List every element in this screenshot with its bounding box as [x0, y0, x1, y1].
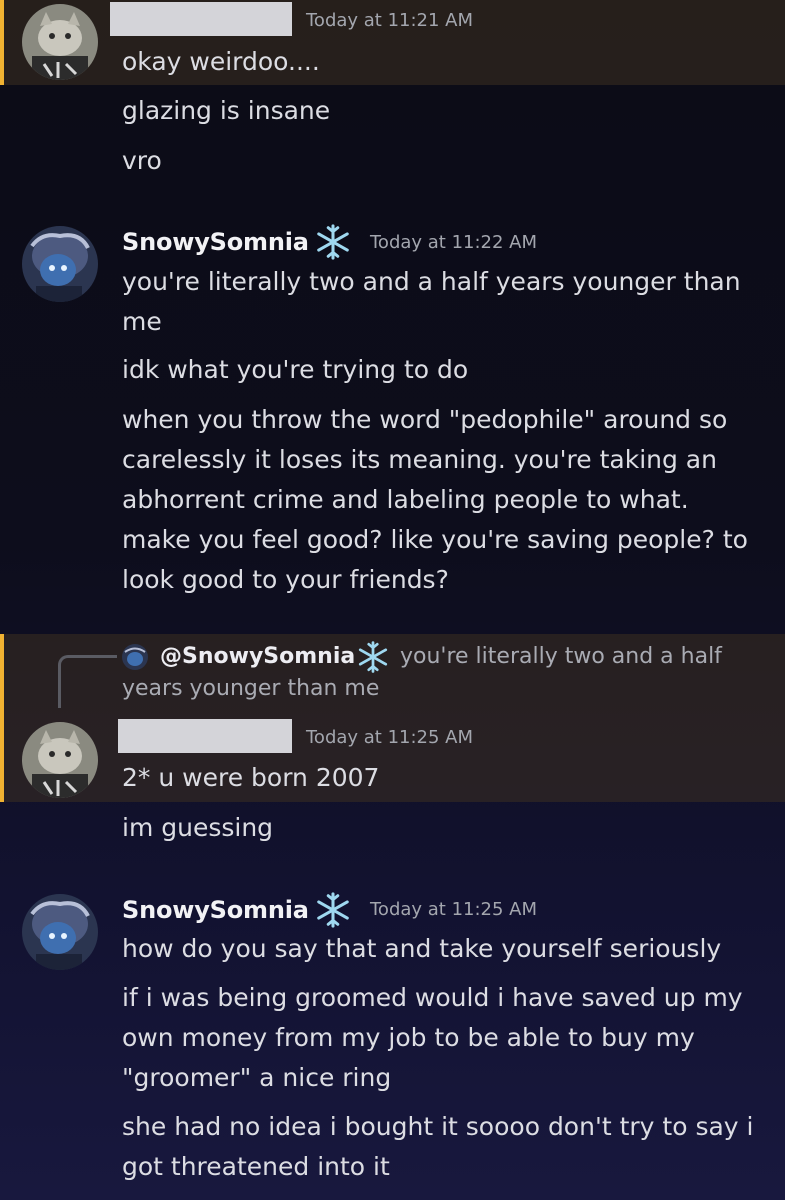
reply-connector	[58, 655, 117, 708]
character-avatar-icon	[22, 894, 98, 970]
message-text: she had no idea i bought it soooo don't …	[122, 1112, 754, 1181]
message-text: when you throw the word "pedophile" arou…	[122, 405, 748, 594]
user-avatar[interactable]	[22, 894, 98, 970]
reply-username[interactable]: @SnowySomnia	[160, 644, 355, 669]
user-avatar[interactable]	[22, 226, 98, 302]
snowflake-icon	[317, 224, 349, 260]
snowflake-icon	[317, 892, 349, 928]
message-timestamp: Today at 11:25 AM	[370, 899, 538, 920]
redacted-username	[118, 719, 292, 753]
username[interactable]: SnowySomnia	[122, 896, 309, 924]
message-text: glazing is insane	[122, 96, 331, 125]
character-avatar-icon	[122, 644, 148, 670]
message-text: 2* u were born 2007	[122, 763, 380, 792]
user-avatar[interactable]	[22, 4, 98, 80]
message-text: you're literally two and a half years yo…	[122, 267, 741, 336]
username[interactable]: SnowySomnia	[122, 228, 309, 256]
message-timestamp: Today at 11:22 AM	[370, 232, 538, 253]
message-text: okay weirdoo....	[122, 47, 320, 76]
message-text: idk what you're trying to do	[122, 355, 469, 384]
message-text: im guessing	[122, 813, 274, 842]
message-timestamp: Today at 11:25 AM	[306, 727, 474, 748]
message-timestamp: Today at 11:21 AM	[306, 10, 474, 31]
character-avatar-icon	[22, 226, 98, 302]
message-text: vro	[122, 146, 162, 175]
message-text: if i was being groomed would i have save…	[122, 983, 743, 1092]
reply-avatar	[122, 644, 148, 670]
chat-message-list: Today at 11:21 AM okay weirdoo.... glazi…	[0, 0, 785, 1200]
user-avatar[interactable]	[22, 722, 98, 798]
reply-preview-text[interactable]: years younger than me	[122, 671, 379, 707]
snowflake-icon	[358, 641, 388, 673]
message-text: how do you say that and take yourself se…	[122, 934, 722, 963]
reply-preview-text[interactable]: you're literally two and a half	[400, 639, 722, 675]
cat-avatar-icon	[22, 722, 98, 798]
cat-avatar-icon	[22, 4, 98, 80]
redacted-username	[110, 2, 292, 36]
